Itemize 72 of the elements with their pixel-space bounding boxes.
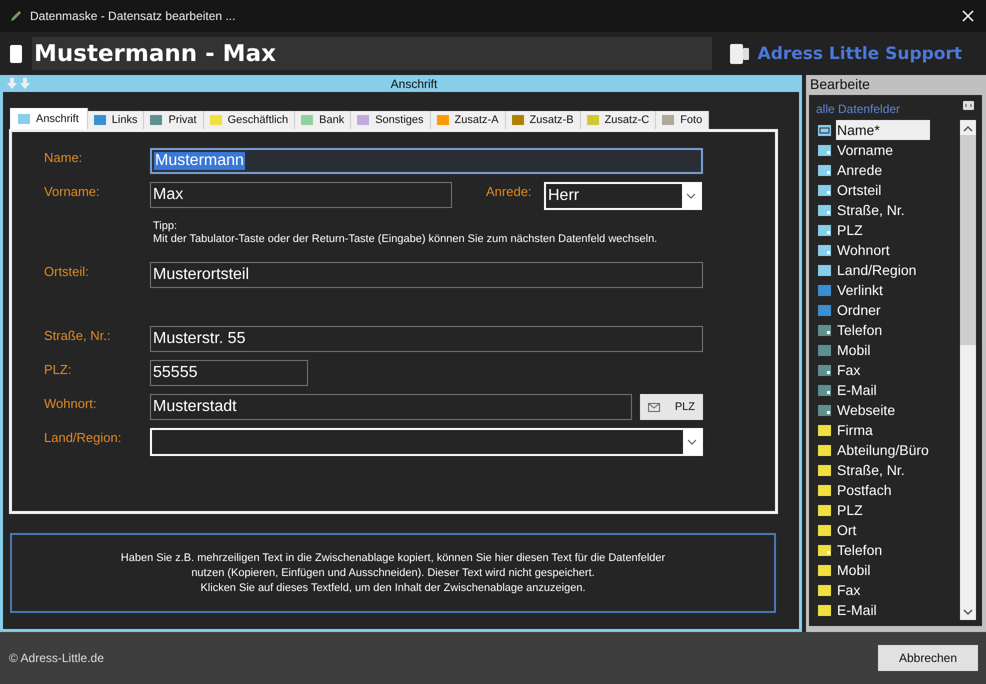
window-title: Datenmaske - Datensatz bearbeiten ... bbox=[30, 9, 236, 23]
card-icon bbox=[10, 44, 22, 62]
tab[interactable]: Geschäftlich bbox=[204, 111, 296, 129]
tab[interactable]: Privat bbox=[144, 111, 204, 129]
tab[interactable]: Foto bbox=[656, 111, 710, 129]
scroll-down-icon[interactable] bbox=[963, 608, 973, 616]
tab[interactable]: Anschrift bbox=[10, 108, 88, 129]
field-label: Ortsteil: bbox=[44, 263, 90, 279]
field-list-item[interactable]: Straße, Nr. bbox=[816, 200, 960, 220]
field-list-item[interactable]: Wohnort bbox=[816, 240, 960, 260]
field-list-item[interactable]: Fax bbox=[816, 360, 960, 380]
field-list-item[interactable]: Telefon bbox=[816, 320, 960, 340]
field-list-item[interactable]: Telefon bbox=[816, 540, 960, 560]
input-field[interactable]: Musterstadt bbox=[150, 394, 632, 420]
field-list-item[interactable]: Fax bbox=[816, 580, 960, 600]
dropdown-field[interactable] bbox=[150, 428, 703, 456]
field-list-item[interactable]: PLZ bbox=[816, 500, 960, 520]
cancel-button[interactable]: Abbrechen bbox=[878, 645, 978, 671]
field-label: PLZ: bbox=[44, 361, 72, 377]
tab[interactable]: Sonstiges bbox=[351, 111, 431, 129]
filter-label[interactable]: alle Datenfelder bbox=[816, 102, 900, 116]
scrollbar[interactable] bbox=[960, 120, 976, 620]
brand-name: Adress Little Support bbox=[758, 44, 962, 64]
input-field[interactable]: Musterortsteil bbox=[150, 262, 703, 288]
close-icon bbox=[962, 10, 974, 22]
copyright-text: © Adress-Little.de bbox=[9, 651, 104, 665]
field-list-item[interactable]: Anrede bbox=[816, 160, 960, 180]
field-list-item[interactable]: Postfach bbox=[816, 480, 960, 500]
field-list-item[interactable]: Land/Region bbox=[816, 260, 960, 280]
cards-icon bbox=[730, 44, 750, 64]
field-list-item[interactable]: E-Mail bbox=[816, 380, 960, 400]
field-list-item[interactable]: Ordner bbox=[816, 300, 960, 320]
field-label: Anrede: bbox=[486, 183, 533, 199]
field-label: Vorname: bbox=[44, 183, 101, 199]
expand-icon[interactable] bbox=[963, 101, 974, 110]
sidebar-title: Bearbeite bbox=[809, 75, 871, 94]
tab[interactable]: Bank bbox=[295, 111, 352, 129]
clipboard-field[interactable]: Haben Sie z.B. mehrzeiligen Text in die Zwischenablage kopiert, können Sie hier diesen Text für die Datenfelder nutzen (Kopieren, Einfügen und Ausschneiden). Dieser Text wird nicht gespeichert. Klicken Sie auf dieses Textfeld, um den Inhalt der Zwischenablage anzuzeigen. bbox=[10, 533, 776, 613]
field-list-item[interactable]: Ortsteil bbox=[816, 180, 960, 200]
input-field[interactable]: Mustermann bbox=[150, 148, 703, 174]
field-list-item[interactable]: Abteilung/Büro bbox=[816, 440, 960, 460]
tip-text: Tipp: Mit der Tabulator-Taste oder der Return-Taste (Eingabe) können Sie zum nächsten Datenfeld wechseln. bbox=[153, 220, 658, 246]
tab[interactable]: Zusatz-A bbox=[430, 111, 506, 129]
field-list-item[interactable]: Webseite bbox=[816, 400, 960, 420]
input-field[interactable]: Max bbox=[150, 182, 452, 208]
panel-title: Anschrift bbox=[390, 76, 438, 90]
field-label: Name: bbox=[44, 149, 84, 165]
field-list-item[interactable]: Ort bbox=[816, 520, 960, 540]
field-label: Straße, Nr.: bbox=[44, 327, 112, 343]
envelope-icon bbox=[648, 402, 660, 412]
field-list-item[interactable]: Firma bbox=[816, 420, 960, 440]
plz-button[interactable]: PLZ bbox=[640, 394, 703, 420]
input-field[interactable]: 55555 bbox=[150, 360, 308, 386]
input-field[interactable]: Musterstr. 55 bbox=[150, 326, 703, 352]
tab[interactable]: Links bbox=[88, 111, 144, 129]
field-label: Land/Region: bbox=[44, 429, 122, 445]
field-list-item[interactable]: E-Mail bbox=[816, 600, 960, 620]
tab[interactable]: Zusatz-C bbox=[580, 111, 656, 129]
field-list-item[interactable]: Straße, Nr. bbox=[816, 460, 960, 480]
field-list-item[interactable]: Verlinkt bbox=[816, 280, 960, 300]
field-list-item[interactable]: PLZ bbox=[816, 220, 960, 240]
caret-icon bbox=[687, 439, 697, 445]
dropdown-field[interactable]: Herr bbox=[544, 182, 702, 210]
pencil-icon bbox=[10, 10, 22, 22]
field-label: Wohnort: bbox=[44, 395, 98, 411]
record-title: Mustermann - Max bbox=[32, 37, 712, 70]
field-list-item[interactable]: Mobil bbox=[816, 560, 960, 580]
caret-icon bbox=[686, 193, 696, 199]
tab[interactable]: Zusatz-B bbox=[506, 111, 581, 129]
field-list-item[interactable]: Mobil bbox=[816, 340, 960, 360]
scroll-up-icon[interactable] bbox=[963, 125, 973, 133]
field-list-item[interactable]: Vorname bbox=[816, 140, 960, 160]
